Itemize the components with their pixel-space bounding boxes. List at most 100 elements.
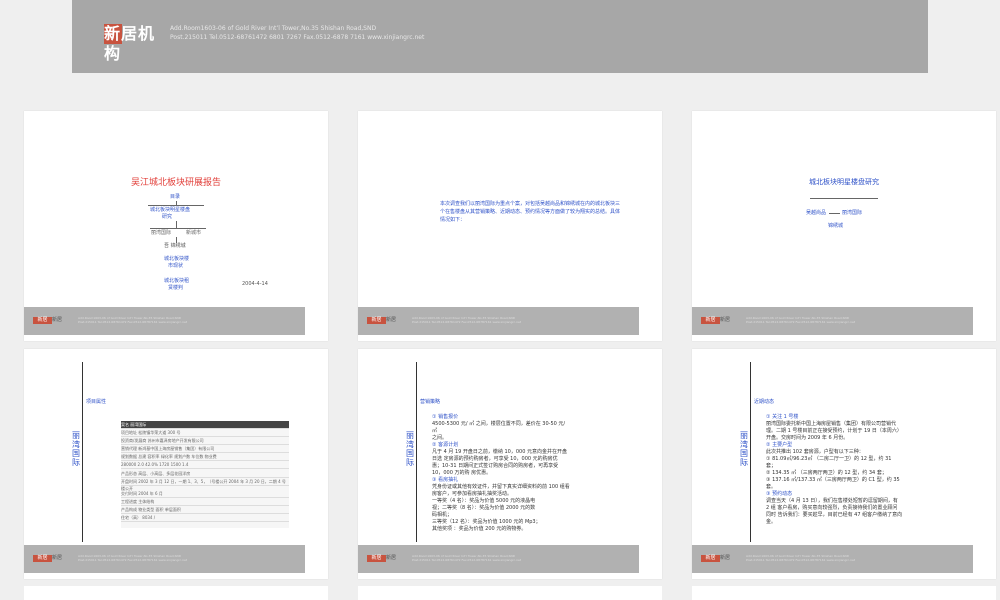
slide-2-paragraph: 本次调查我们以丽湾国际为重点个案，对包括吴越尚品和锦绣城在内的城北板块三个在售楼…	[440, 201, 621, 223]
footer-text: Add.Room1603-06 of Gold River Int’l Towe…	[78, 316, 187, 324]
footer-line-2: Post.215011 Tel.0512-68761472 Fax.0512-6…	[746, 320, 856, 324]
slide-5-brand-vertical: 丽湾国际	[406, 431, 414, 467]
table-row: 项目地址 松陵镇华荣大道 300 号	[121, 429, 289, 437]
table-row: 开盘时间 2002 年 3 月 12 日，一期 1、3、5，（号楼公开 2004…	[121, 478, 289, 491]
slide-3-item-2: 丽湾国际	[842, 210, 863, 216]
slide-1-node-1: 城北板块明星楼盘	[150, 207, 191, 213]
slide-6-line: ② 134.35 ㎡ （三房两厅两卫）的 12 型，约 34 套；	[766, 470, 887, 476]
slide-6[interactable]: 近期动态 丽湾国际 ① 关注 1 号楼 丽湾国际委托新中国上海房屋销售（集团）有…	[692, 349, 996, 579]
slide-3-title: 城北板块明星楼盘研究	[809, 178, 879, 186]
footer-logo: 新居	[367, 555, 386, 562]
slide-1-node-6b: 赁楼判	[168, 285, 184, 291]
slide-6-brand-vertical: 丽湾国际	[740, 431, 748, 467]
slide-5-line: 日选 定房源的预约购房者，可享受 10，000 元的购房优	[432, 456, 558, 462]
slide-6-line: ① 关注 1 号楼	[766, 414, 799, 420]
slide-6-line: 套；	[766, 463, 777, 469]
slide-5-text-block: ① 销售报价 4500-5300 元/ ㎡ 之间，楼层位置不同，差价在 30-5…	[432, 414, 628, 533]
slide-3-item-1: 吴越尚品	[806, 210, 827, 216]
slide-6-line: ① 81.09㎡/96.23㎡ （二房二厅一卫）的 12 型，约 31	[766, 456, 892, 462]
slide-5-line: ① 销售报价	[432, 414, 459, 420]
slide-2[interactable]: 本次调查我们以丽湾国际为重点个案，对包括吴越尚品和锦绣城在内的城北板块三个在售楼…	[358, 111, 662, 341]
slide-1-line-d	[150, 228, 206, 229]
slide-1-node-3: 新城市	[186, 230, 202, 236]
slide-6-line: 丽湾国际委托新中国上海房屋销售（集团）有限公司营销代	[766, 421, 897, 427]
footer-line-2: Post.215011 Tel.0512-68761472 Fax.0512-6…	[412, 320, 522, 324]
slide-footer: 新居 新居 Add.Room1603-06 of Gold River Int’…	[24, 307, 305, 335]
slide-5-line: 10，000 万的购 房优惠。	[432, 470, 492, 476]
slide-3-item-3: 锦绣城	[828, 223, 844, 229]
slide-1-node-root: 目录	[170, 194, 181, 200]
table-row: 案名 丽湾国际	[121, 421, 289, 429]
slide-1-title: 吴江城北板块研展报告	[130, 178, 221, 188]
table-row: 280000 2.0 42.0% 1720 1500 1.4	[121, 461, 289, 469]
slide-3[interactable]: 城北板块明星楼盘研究 吴越尚品 丽湾国际 锦绣城 新居 新居 Add.Room1…	[692, 111, 996, 341]
footer-line-2: Post.215011 Tel.0512-68761472 Fax.0512-6…	[412, 558, 522, 562]
slide-6-line: 套。	[766, 484, 777, 490]
table-row: 营销代理 新鸿基中国上海房屋销售（集团）有限公司	[121, 445, 289, 453]
footer-brand: 新居	[386, 555, 397, 561]
slide-6-label: 近期动态	[754, 399, 775, 405]
footer-logo: 新居	[367, 317, 386, 324]
table-row: 交付时间 2004 年 6 月	[121, 490, 289, 498]
slide-5-line: 一等奖（4 名）：奖品为价值 5000 元的液晶电	[432, 498, 536, 504]
table-row: 投资商/发展商 苏州市嘉泽房地产开发有限公司	[121, 437, 289, 445]
slide-1-line-b	[148, 205, 204, 206]
slide-5-label: 营销策略	[420, 399, 441, 405]
slide-4[interactable]: 项目属性 丽湾国际 案名 丽湾国际 项目地址 松陵镇华荣大道 300 号 投资商…	[24, 349, 328, 579]
slide-1-date: 2004-4-14	[242, 281, 268, 287]
slide-6-line: 同时 告诉我们：要买趁早，目前已经有 47 组客户缴纳了意向	[766, 512, 903, 518]
footer-logo: 新居	[33, 555, 52, 562]
slide-5-line: 码相机；	[432, 512, 453, 518]
footer-line-2: Post.215011 Tel.0512-68761472 Fax.0512-6…	[78, 558, 188, 562]
footer-text: Add.Room1603-06 of Gold River Int’l Towe…	[746, 554, 855, 562]
footer-text: Add.Room1603-06 of Gold River Int’l Towe…	[412, 316, 521, 324]
slide-6-text-block: ① 关注 1 号楼 丽湾国际委托新中国上海房屋销售（集团）有限公司营销代 理。二…	[766, 414, 962, 526]
top-logo-text: 新居机构	[104, 24, 156, 63]
slide-5-line: 惠；10-31 日期间正式签订购房合同的购房者，可再享受	[432, 463, 559, 469]
slide-1-node-2: 丽湾国际	[151, 230, 172, 236]
slide-5-line: 凡于 4 月 19 开盘日之前，缴纳 10，000 元意向金并在开盘	[432, 449, 567, 455]
top-address-line: Add.Room1603-06 of Gold River Int’l Towe…	[170, 25, 377, 32]
footer-brand: 新居	[720, 555, 731, 561]
slide-1-node-1b: 研究	[162, 214, 173, 220]
footer-logo: 新居	[701, 555, 720, 562]
footer-brand: 新居	[52, 555, 63, 561]
footer-text: Add.Room1603-06 of Gold River Int’l Towe…	[746, 316, 855, 324]
top-logo: 新居机构	[104, 24, 160, 63]
slide-4-label: 项目属性	[86, 399, 107, 405]
top-contact-line: Post.215011 Tel.0512-68761472 6801 7267 …	[170, 34, 425, 41]
slide-6-line: 开盘。交房时间为 2009 年 6 月份。	[766, 435, 849, 441]
slide-5-line: ㎡	[432, 428, 438, 434]
slide-5-line: 房客户，可参加看房抽礼抽奖活动。	[432, 491, 513, 497]
slide-6-line: 2 组 客户看房，购买意向较强烈，负责接待我们的置业顾问	[766, 505, 898, 511]
slide-3-line-mid	[829, 213, 840, 214]
slide-1[interactable]: 吴江城北板块研展报告 目录 城北板块明星楼盘 研究 丽湾国际 新城市 吾 锦绣城…	[24, 111, 328, 341]
slide-1-line-c	[176, 221, 177, 228]
slide-6-vertical-rule	[750, 362, 751, 542]
slide-4-brand-vertical: 丽湾国际	[72, 431, 80, 467]
slide-8-partial[interactable]	[358, 586, 662, 600]
slide-1-node-6: 城北板块租	[164, 278, 190, 284]
slide-5[interactable]: 营销策略 丽湾国际 ① 销售报价 4500-5300 元/ ㎡ 之间，楼层位置不…	[358, 349, 662, 579]
slide-9-partial[interactable]	[692, 586, 996, 600]
table-row: 工程进度 主体结构	[121, 498, 289, 506]
slide-7-partial[interactable]	[24, 586, 328, 600]
footer-text: Add.Room1603-06 of Gold River Int’l Towe…	[78, 554, 187, 562]
slide-1-node-5: 城北板块楼	[164, 256, 190, 262]
slide-5-line: 视；二等奖（8 名）：奖品为价值 2000 元的数	[432, 505, 536, 511]
slide-5-line: 凭身份证或其他有效证件，并留下真实详细资料的前 100 组看	[432, 484, 570, 490]
slide-footer: 新居 新居 Add.Room1603-06 of Gold River Int’…	[358, 545, 639, 573]
slide-3-line-top	[810, 198, 878, 199]
footer-line-2: Post.215011 Tel.0512-68761472 Fax.0512-6…	[746, 558, 856, 562]
slide-6-line: ② 主要户型	[766, 442, 793, 448]
slide-5-line: 其他奖项 ：奖品为价值 200 元的购物券。	[432, 526, 527, 532]
footer-text: Add.Room1603-06 of Gold River Int’l Towe…	[412, 554, 521, 562]
slide-5-line: 4500-5300 元/ ㎡ 之间，楼层位置不同，差价在 30-50 元/	[432, 421, 566, 427]
top-strip: 新居机构 Add.Room1603-06 of Gold River Int’l…	[0, 0, 1000, 107]
slide-6-line: 理。二期 1 号楼目前正在接受预约，计划于 19 日（本周六）	[766, 428, 902, 434]
slide-6-line: 调查当天（4 月 13 日），我们在售楼处短暂的逗留期间，有	[766, 498, 898, 504]
footer-logo: 新居	[33, 317, 52, 324]
slide-6-line: 金。	[766, 519, 777, 525]
slide-5-line: ② 客源计划	[432, 442, 459, 448]
table-row: 产品形态 高层、小高层、多层花园洋房	[121, 470, 289, 478]
